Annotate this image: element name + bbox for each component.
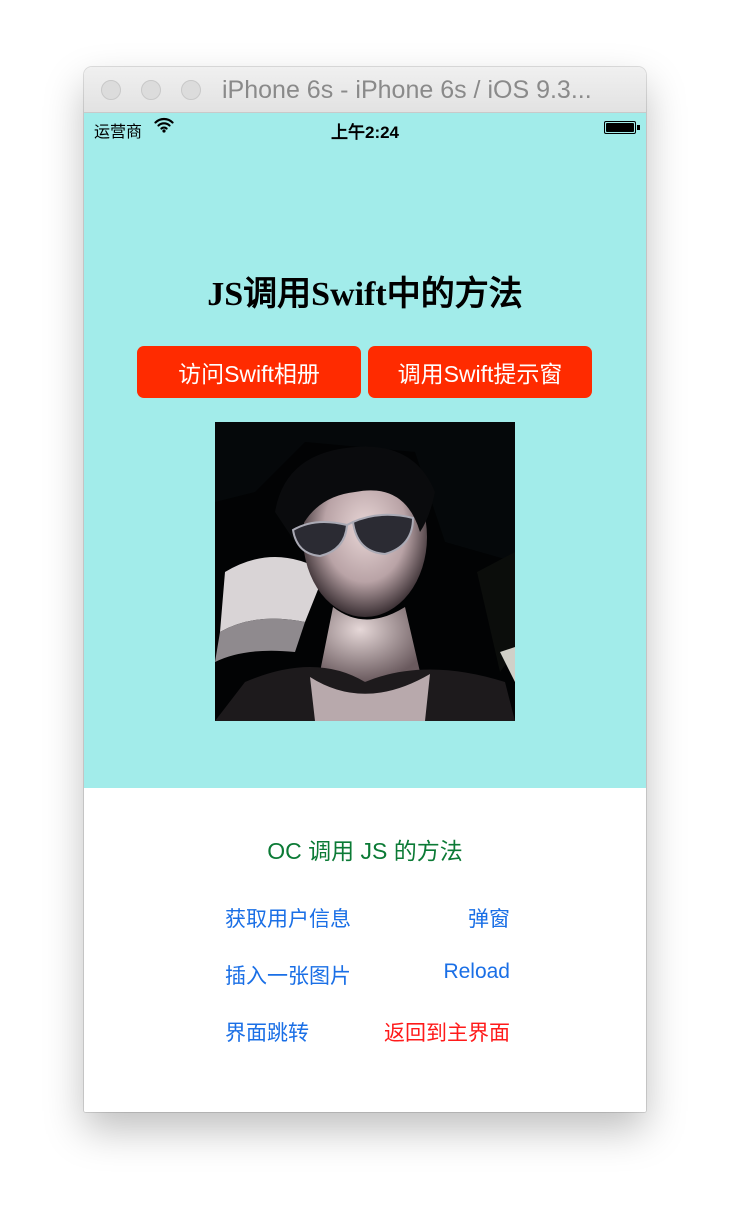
- battery-icon: [604, 121, 636, 134]
- zoom-window-button[interactable]: [181, 80, 201, 100]
- simulator-window: iPhone 6s - iPhone 6s / iOS 9.3... 运营商 上…: [84, 67, 646, 1112]
- popup-button[interactable]: 弹窗: [468, 903, 510, 933]
- navigate-button[interactable]: 界面跳转: [225, 1017, 309, 1047]
- web-view: JS调用Swift中的方法 访问Swift相册 调用Swift提示窗: [84, 143, 646, 788]
- back-to-main-button[interactable]: 返回到主界面: [384, 1017, 510, 1047]
- get-user-info-button[interactable]: 获取用户信息: [225, 903, 351, 933]
- native-panel: OC 调用 JS 的方法 获取用户信息 弹窗 插入一张图片 Reload 界面跳…: [84, 788, 646, 1112]
- close-window-button[interactable]: [101, 80, 121, 100]
- battery-tip: [637, 125, 640, 130]
- insert-image-button[interactable]: 插入一张图片: [225, 960, 351, 990]
- web-heading: JS调用Swift中的方法: [207, 276, 523, 313]
- open-album-button[interactable]: 访问Swift相册: [137, 346, 361, 398]
- window-titlebar: iPhone 6s - iPhone 6s / iOS 9.3...: [84, 67, 646, 113]
- device-screen: 运营商 上午2:24 JS调用Swift中的方法 访问Swift相册 调用Swi…: [84, 113, 646, 1112]
- status-time: 上午2:24: [330, 123, 400, 142]
- minimize-window-button[interactable]: [141, 80, 161, 100]
- status-bar: 运营商 上午2:24: [84, 113, 646, 143]
- user-photo: [215, 422, 515, 721]
- window-title: iPhone 6s - iPhone 6s / iOS 9.3...: [222, 76, 592, 104]
- user-photo-image: [215, 422, 515, 721]
- reload-button[interactable]: Reload: [443, 960, 510, 984]
- native-section-title: OC 调用 JS 的方法: [267, 838, 463, 864]
- show-alert-button[interactable]: 调用Swift提示窗: [368, 346, 592, 398]
